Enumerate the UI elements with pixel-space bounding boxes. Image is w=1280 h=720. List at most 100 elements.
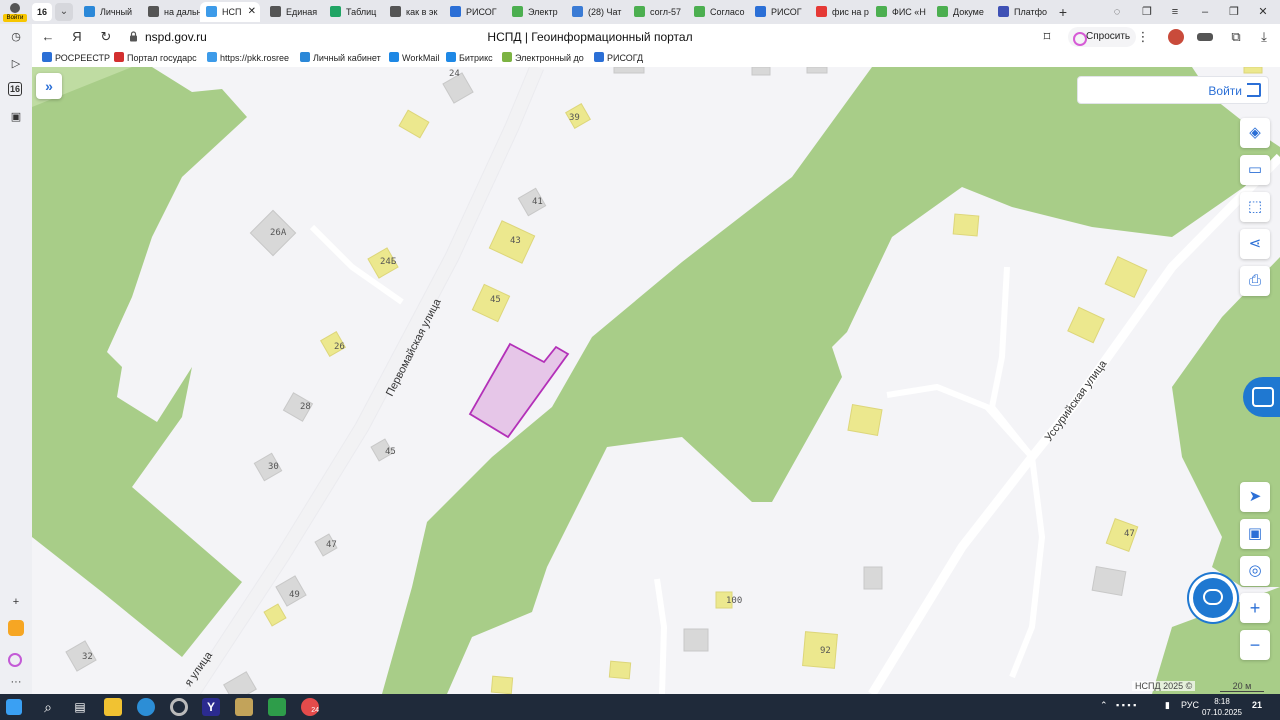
bookmark-item[interactable]: Портал государс bbox=[114, 52, 197, 65]
building[interactable] bbox=[263, 603, 287, 627]
calendar-icon[interactable]: 16 bbox=[8, 82, 22, 96]
extension-icon[interactable] bbox=[1168, 29, 1184, 45]
map-view[interactable]: 24 39 41 43 26А 24Б 45 26 28 45 30 47 49 32 100 92 47 Пе… bbox=[32, 67, 1280, 694]
building[interactable] bbox=[1067, 306, 1105, 344]
restore-button[interactable]: ❐ bbox=[1222, 2, 1246, 22]
pocket-icon[interactable] bbox=[1197, 33, 1213, 41]
bookmark-item[interactable]: РОСРЕЕСТР bbox=[42, 52, 110, 65]
tab-15[interactable]: Докуме bbox=[937, 2, 993, 22]
tab-count-button[interactable]: 16 bbox=[32, 3, 52, 21]
tab-6[interactable]: как в эк bbox=[390, 2, 446, 22]
tab-5[interactable]: Таблиц bbox=[330, 2, 386, 22]
tab-3[interactable]: НСП ✕ bbox=[200, 2, 260, 22]
minimap-icon[interactable]: ▣ bbox=[1240, 519, 1270, 549]
building[interactable] bbox=[398, 109, 430, 139]
more-dots-icon[interactable]: ··· bbox=[8, 674, 24, 690]
reload-button[interactable]: ↻ bbox=[96, 27, 116, 47]
tab-13[interactable]: фис на р bbox=[816, 2, 872, 22]
downloads-icon[interactable]: ⤓ bbox=[1254, 27, 1274, 47]
yandex-icon[interactable]: Я bbox=[67, 27, 87, 47]
expand-panel-button[interactable]: » bbox=[36, 73, 62, 99]
bookmark-icon[interactable]: ⌑ bbox=[1037, 27, 1057, 47]
print-icon[interactable]: ⎙ bbox=[1240, 266, 1270, 296]
tray-up-icon[interactable]: ⌃ bbox=[1100, 700, 1108, 711]
tab-9[interactable]: (28) Чат bbox=[572, 2, 628, 22]
bookmark-item[interactable]: https://pkk.rosrее bbox=[207, 52, 289, 65]
bookmark-item[interactable]: Личный кабинет bbox=[300, 52, 381, 65]
tab-14[interactable]: ФИС «Н bbox=[876, 2, 932, 22]
app-icon[interactable] bbox=[8, 620, 24, 636]
bookmark-item[interactable]: Битрикс bbox=[446, 52, 493, 65]
building[interactable] bbox=[863, 566, 883, 590]
close-window-button[interactable]: ✕ bbox=[1251, 2, 1275, 22]
tab-12[interactable]: РИСОГ bbox=[755, 2, 811, 22]
building[interactable] bbox=[751, 67, 771, 76]
security-icon[interactable] bbox=[268, 698, 286, 716]
clock[interactable]: 8:18 07.10.2025 bbox=[1198, 696, 1246, 718]
url-input[interactable]: nspd.gov.ru bbox=[145, 30, 207, 44]
app-icon[interactable] bbox=[170, 698, 188, 716]
bookmark-item[interactable]: WorkMail bbox=[389, 52, 439, 65]
play-icon[interactable]: ▷ bbox=[8, 56, 24, 72]
more-icon[interactable]: ⋮ bbox=[1133, 27, 1153, 47]
building[interactable] bbox=[490, 675, 514, 694]
layers-icon[interactable]: ◈ bbox=[1240, 118, 1270, 148]
search-icon[interactable]: ⌕ bbox=[39, 698, 57, 716]
tab-7[interactable]: РИСОГ bbox=[450, 2, 506, 22]
add-icon[interactable]: + bbox=[8, 594, 24, 610]
yandex-browser-icon[interactable]: Y bbox=[202, 698, 220, 716]
share-icon[interactable]: ⋖ bbox=[1240, 229, 1270, 259]
ask-button[interactable]: Спросить bbox=[1068, 27, 1137, 47]
building[interactable] bbox=[683, 628, 709, 652]
assistant-button[interactable] bbox=[1243, 377, 1280, 417]
building[interactable] bbox=[847, 404, 883, 436]
map-canvas[interactable]: 24 39 41 43 26А 24Б 45 26 28 45 30 47 49 32 100 92 47 Пе… bbox=[32, 67, 1280, 694]
collections-icon[interactable]: ❐ bbox=[1135, 2, 1159, 22]
bookmark-item[interactable]: Электронный до bbox=[502, 52, 584, 65]
menu-icon[interactable]: ≡ bbox=[1163, 2, 1187, 22]
ruler-icon[interactable]: ▭ bbox=[1240, 155, 1270, 185]
user-icon[interactable]: ◌ bbox=[1105, 2, 1129, 22]
tab-16[interactable]: Платфо bbox=[998, 2, 1054, 22]
locate-icon[interactable]: ◎ bbox=[1240, 556, 1270, 586]
edge-icon[interactable] bbox=[137, 698, 155, 716]
building[interactable] bbox=[952, 213, 980, 237]
tab-1[interactable]: Личный bbox=[84, 2, 140, 22]
notification-app-icon[interactable]: 24 bbox=[301, 698, 319, 716]
tab-8[interactable]: Электр bbox=[512, 2, 568, 22]
chat-button[interactable] bbox=[1193, 578, 1233, 618]
new-tab-button[interactable]: + bbox=[1055, 2, 1071, 22]
zoom-in-button[interactable]: + bbox=[1240, 593, 1270, 623]
notification-count[interactable]: 21 bbox=[1252, 700, 1262, 710]
tray-icons[interactable]: ▪ ▪ ▪ ▪ bbox=[1116, 700, 1136, 710]
network-icon[interactable]: ▮ bbox=[1165, 700, 1170, 711]
back-button[interactable]: ← bbox=[38, 27, 58, 47]
minimize-button[interactable]: – bbox=[1193, 2, 1217, 22]
login-button[interactable]: Войти bbox=[1077, 76, 1269, 104]
zoom-out-button[interactable]: − bbox=[1240, 630, 1270, 660]
app-icon[interactable] bbox=[235, 698, 253, 716]
building[interactable] bbox=[608, 660, 632, 680]
building[interactable] bbox=[806, 67, 828, 74]
camera-icon[interactable]: ▣ bbox=[8, 109, 24, 125]
navigate-icon[interactable]: ➤ bbox=[1240, 482, 1270, 512]
language-indicator[interactable]: РУС bbox=[1181, 700, 1199, 710]
building[interactable] bbox=[613, 67, 645, 74]
close-tab-icon[interactable]: ✕ bbox=[248, 2, 256, 22]
building[interactable] bbox=[1091, 565, 1127, 597]
select-area-icon[interactable]: ⬚ bbox=[1240, 192, 1270, 222]
building[interactable] bbox=[1243, 67, 1263, 74]
profile-button[interactable]: Войти bbox=[3, 2, 27, 22]
building[interactable] bbox=[223, 671, 257, 694]
tab-10[interactable]: согл-57 bbox=[634, 2, 690, 22]
building[interactable] bbox=[1104, 255, 1148, 299]
tab-4[interactable]: Единая bbox=[270, 2, 326, 22]
chevron-down-icon[interactable]: ⌄ bbox=[55, 3, 73, 21]
screenshot-icon[interactable]: ⧉ bbox=[1226, 27, 1246, 47]
task-view-icon[interactable]: ▤ bbox=[71, 698, 89, 716]
bookmark-item[interactable]: РИСОГД bbox=[594, 52, 643, 65]
tab-11[interactable]: Согласо bbox=[694, 2, 750, 22]
start-icon[interactable] bbox=[6, 699, 22, 715]
explorer-icon[interactable] bbox=[104, 698, 122, 716]
history-icon[interactable]: ◷ bbox=[8, 29, 24, 45]
